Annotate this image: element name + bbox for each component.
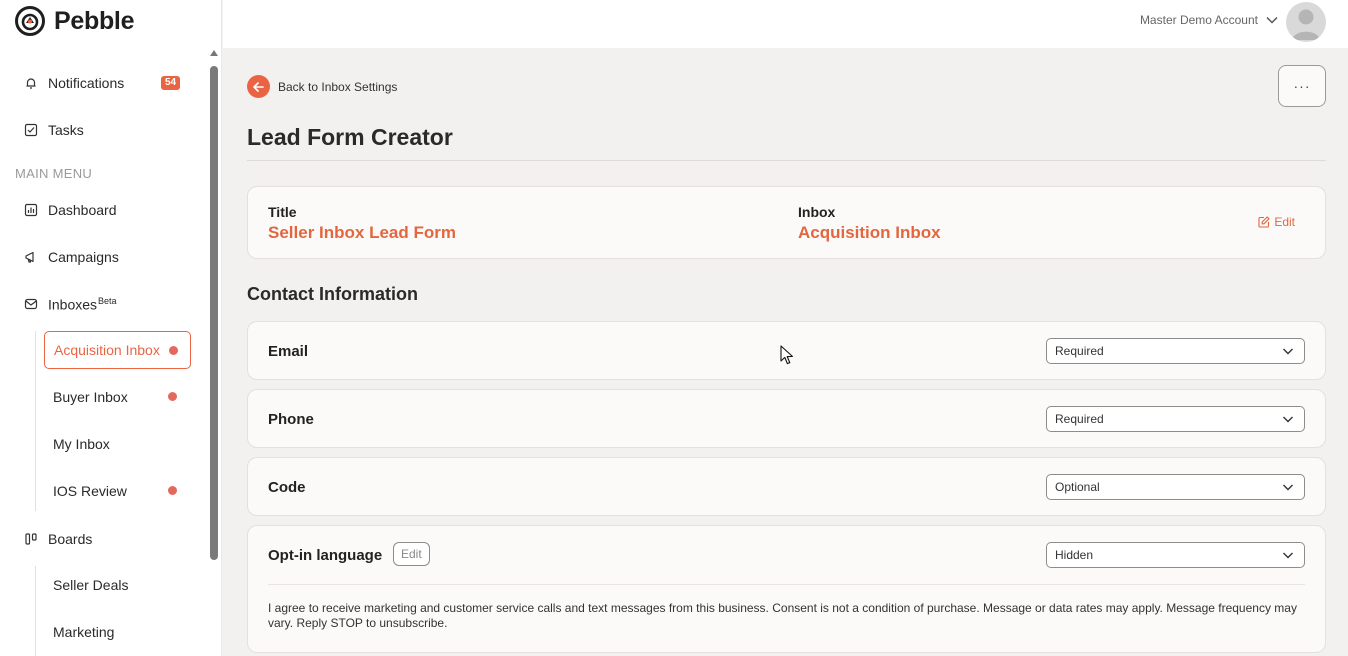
- sidebar-item-inboxes[interactable]: InboxesBeta: [24, 294, 117, 314]
- edit-pencil-icon: [1258, 216, 1271, 228]
- chevron-down-icon: [1283, 484, 1293, 491]
- opt-in-visibility-select[interactable]: Hidden: [1046, 542, 1305, 568]
- account-switcher[interactable]: Master Demo Account: [1140, 13, 1278, 27]
- chevron-down-icon: [1283, 552, 1293, 559]
- edit-summary-button[interactable]: Edit: [1258, 215, 1295, 229]
- sidebar-item-label: Boards: [48, 531, 93, 547]
- back-to-inbox-settings-link[interactable]: Back to Inbox Settings: [247, 75, 397, 98]
- field-label: Opt-in language: [268, 547, 383, 564]
- sidebar-item-buyer-inbox[interactable]: Buyer Inbox: [44, 378, 191, 416]
- sidebar-item-ios-review[interactable]: IOS Review: [44, 472, 191, 510]
- sidebar-item-label: Seller Deals: [53, 577, 129, 593]
- sidebar-item-tasks[interactable]: Tasks: [24, 120, 84, 140]
- select-value: Hidden: [1055, 548, 1094, 562]
- app-name: Pebble: [54, 6, 135, 35]
- unread-dot: [168, 392, 177, 401]
- sidebar: Pebble Notifications 54 Tasks MAIN MENU …: [0, 0, 222, 656]
- field-row-phone: Phone Required: [247, 389, 1326, 448]
- app-logo[interactable]: Pebble: [14, 5, 134, 37]
- sidebar-item-label: IOS Review: [53, 483, 127, 499]
- title-divider: [247, 160, 1326, 161]
- sidebar-item-marketing[interactable]: Marketing: [44, 613, 191, 651]
- sidebar-item-label: My Inbox: [53, 436, 110, 452]
- chevron-down-icon: [1266, 16, 1278, 24]
- inbox-label: Inbox: [798, 204, 836, 220]
- sidebar-item-label: Notifications: [48, 75, 125, 91]
- field-row-opt-in-language: Opt-in language Edit Hidden I agree to r…: [247, 525, 1326, 653]
- sidebar-item-label: Tasks: [48, 122, 84, 138]
- page-title: Lead Form Creator: [247, 124, 453, 150]
- field-label: Code: [268, 479, 306, 496]
- sidebar-item-label: InboxesBeta: [48, 296, 117, 313]
- sidebar-item-label: Buyer Inbox: [53, 389, 128, 405]
- phone-requirement-select[interactable]: Required: [1046, 406, 1305, 432]
- select-value: Optional: [1055, 480, 1100, 494]
- title-field: Title Seller Inbox Lead Form: [268, 204, 456, 243]
- sidebar-item-acquisition-inbox[interactable]: Acquisition Inbox: [44, 331, 191, 369]
- sidebar-item-label: Marketing: [53, 624, 115, 640]
- sidebar-item-label: Acquisition Inbox: [54, 342, 160, 358]
- select-value: Required: [1055, 344, 1104, 358]
- inbox-subnav-line: [35, 331, 36, 511]
- select-value: Required: [1055, 412, 1104, 426]
- inboxes-label: Inboxes: [48, 296, 98, 313]
- beta-tag: Beta: [98, 295, 117, 306]
- unread-dot: [168, 486, 177, 495]
- sidebar-item-dashboard[interactable]: Dashboard: [24, 200, 117, 220]
- edit-label: Edit: [1274, 215, 1295, 229]
- notification-count-badge: 54: [161, 76, 181, 90]
- back-arrow-icon: [247, 75, 270, 98]
- sidebar-scrollbar[interactable]: [208, 50, 220, 656]
- boards-icon: [24, 532, 38, 546]
- sidebar-item-campaigns[interactable]: Campaigns: [24, 247, 119, 267]
- opt-in-language-text: I agree to receive marketing and custome…: [268, 601, 1297, 630]
- sidebar-item-my-inbox[interactable]: My Inbox: [44, 425, 191, 463]
- scrollbar-thumb[interactable]: [210, 66, 218, 560]
- dashboard-icon: [24, 203, 38, 217]
- more-dots-icon: ···: [1293, 78, 1311, 94]
- main-menu-heading: MAIN MENU: [15, 166, 93, 181]
- chevron-down-icon: [1283, 416, 1293, 423]
- opt-in-divider: [268, 584, 1305, 585]
- top-bar: Master Demo Account: [223, 0, 1348, 48]
- account-name: Master Demo Account: [1139, 13, 1258, 27]
- back-label: Back to Inbox Settings: [278, 79, 398, 94]
- checkbox-icon: [24, 123, 38, 137]
- sidebar-item-label: Dashboard: [48, 202, 117, 218]
- email-requirement-select[interactable]: Required: [1046, 338, 1305, 364]
- scroll-up-arrow-icon[interactable]: [210, 50, 218, 56]
- title-label: Title: [268, 204, 297, 220]
- megaphone-icon: [24, 250, 38, 264]
- more-options-button[interactable]: ···: [1278, 65, 1326, 107]
- user-avatar-icon: [1292, 9, 1320, 40]
- sidebar-item-notifications[interactable]: Notifications: [24, 73, 124, 93]
- pebble-logo-icon: [15, 6, 45, 36]
- avatar[interactable]: [1286, 2, 1326, 42]
- title-value: Seller Inbox Lead Form: [268, 223, 456, 242]
- mouse-cursor-icon: [780, 345, 793, 365]
- sidebar-item-seller-deals[interactable]: Seller Deals: [44, 566, 191, 604]
- boards-subnav-line: [35, 566, 36, 656]
- form-summary-card: Title Seller Inbox Lead Form Inbox Acqui…: [247, 186, 1326, 259]
- sidebar-item-boards[interactable]: Boards: [24, 529, 92, 549]
- unread-dot: [169, 346, 178, 355]
- field-label: Email: [268, 343, 309, 360]
- inbox-icon: [24, 297, 38, 311]
- code-requirement-select[interactable]: Optional: [1046, 474, 1305, 500]
- inbox-value: Acquisition Inbox: [798, 223, 941, 242]
- sidebar-item-label: Campaigns: [48, 249, 119, 265]
- edit-opt-in-button[interactable]: Edit: [393, 542, 430, 566]
- chevron-down-icon: [1283, 348, 1293, 355]
- field-row-code: Code Optional: [247, 457, 1326, 516]
- inbox-field: Inbox Acquisition Inbox: [798, 204, 941, 243]
- field-label: Phone: [268, 411, 314, 428]
- section-title-contact-information: Contact Information: [247, 284, 418, 304]
- bell-icon: [24, 76, 38, 90]
